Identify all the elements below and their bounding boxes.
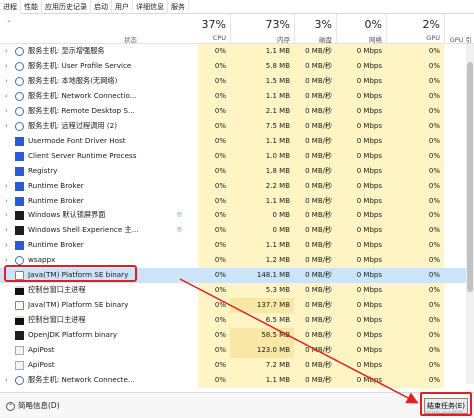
annotation-arrow: [179, 278, 419, 404]
